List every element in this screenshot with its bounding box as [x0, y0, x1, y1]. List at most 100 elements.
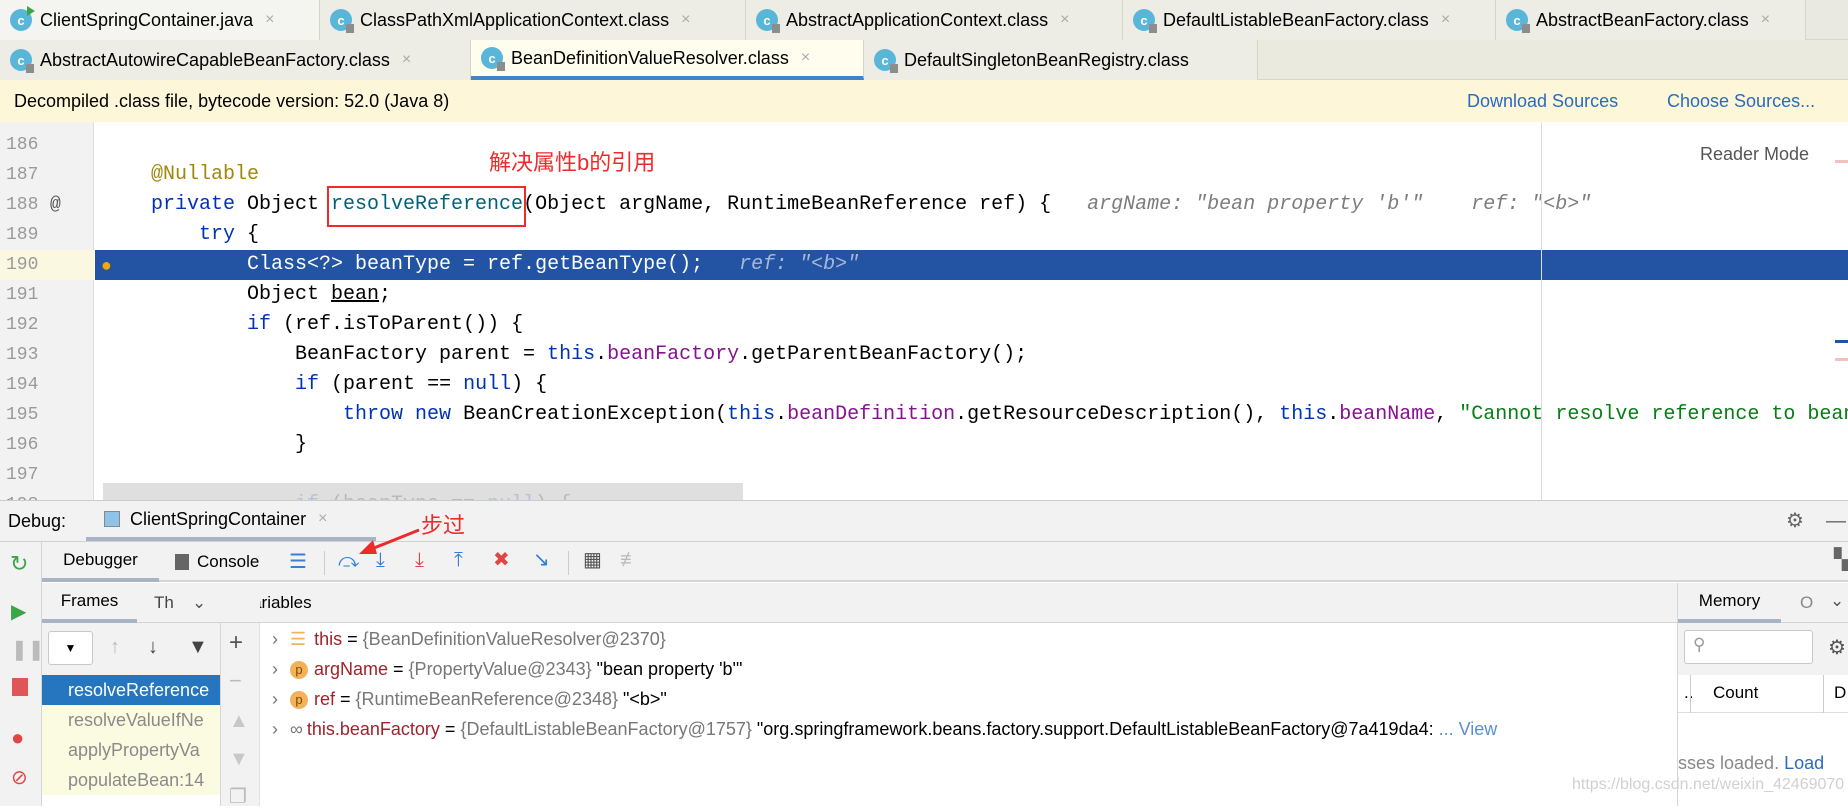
variable-name: this.beanFactory	[306, 719, 440, 739]
code-line[interactable]: throw new BeanCreationException(this.bea…	[95, 400, 1848, 430]
close-icon[interactable]: ×	[801, 49, 810, 67]
move-down-icon[interactable]: ▼	[229, 749, 249, 769]
download-sources-link[interactable]: Download Sources	[1467, 91, 1618, 112]
mute-breakpoints-icon[interactable]: ⊘	[11, 768, 28, 788]
copy-icon[interactable]: ❐	[229, 787, 247, 807]
remove-watch-icon[interactable]: −	[229, 670, 242, 692]
code-editor[interactable]: if (beanType == null) { } throw new Bean…	[95, 122, 1848, 500]
code-token: if	[247, 313, 272, 336]
thread-selector-dropdown[interactable]: ▼	[48, 631, 93, 665]
tab-abstract-autowire-capable-bean-factory[interactable]: c AbstractAutowireCapableBeanFactory.clas…	[0, 40, 471, 80]
tab-abstract-application-context[interactable]: c AbstractApplicationContext.class ×	[746, 0, 1123, 40]
code-token: }	[151, 433, 308, 456]
move-up-icon[interactable]: ▲	[229, 711, 249, 731]
add-watch-icon[interactable]: +	[229, 631, 243, 655]
debug-session-tab[interactable]: ClientSpringContainer ×	[86, 501, 376, 541]
minimize-icon[interactable]: —	[1826, 511, 1846, 531]
stop-icon[interactable]	[12, 678, 28, 696]
tab-classpath-xml-application-context[interactable]: c ClassPathXmlApplicationContext.class ×	[320, 0, 746, 40]
show-execution-point-icon[interactable]: ☰	[289, 552, 307, 572]
expand-chevron-icon[interactable]: ›	[272, 719, 278, 739]
variable-row[interactable]: › p ref = {RuntimeBeanReference@2348} "<b>…	[260, 684, 667, 714]
close-icon[interactable]: ×	[265, 11, 274, 29]
filter-icon[interactable]: ▼	[188, 637, 208, 657]
code-line[interactable]: if (ref.isToParent()) {	[95, 310, 1848, 340]
horizontal-scrollbar[interactable]	[103, 483, 743, 500]
choose-sources-link[interactable]: Choose Sources...	[1667, 91, 1815, 112]
code-line[interactable]: Class<?> beanType = ref.getBeanType(); r…	[95, 250, 1848, 280]
variable-row[interactable]: › p argName = {PropertyValue@2343} "bean p…	[260, 654, 742, 684]
expand-chevron-icon[interactable]: ›	[272, 629, 278, 649]
tab-abstract-bean-factory[interactable]: c AbstractBeanFactory.class ×	[1496, 0, 1806, 40]
field-stack-icon: ☰	[290, 629, 307, 649]
chevron-down-icon[interactable]: ⌄	[1830, 591, 1844, 611]
view-breakpoints-icon[interactable]: ●	[11, 727, 24, 749]
frame-item[interactable]: populateBean:14	[42, 765, 220, 795]
tab-label: ClientSpringContainer.java	[40, 9, 254, 30]
code-line[interactable]: }	[95, 430, 1848, 460]
resume-icon[interactable]: ▶	[11, 602, 26, 622]
column-divider	[1690, 675, 1691, 713]
column-count[interactable]: Count	[1713, 683, 1758, 703]
line-number: 195	[6, 405, 39, 425]
close-icon[interactable]: ×	[1761, 11, 1770, 29]
close-icon[interactable]: ×	[402, 51, 411, 69]
column-diff[interactable]: D	[1834, 683, 1846, 703]
close-icon[interactable]: ×	[318, 510, 327, 528]
override-marker-icon[interactable]: @	[50, 190, 90, 220]
arrow-up-icon[interactable]: ↑	[110, 637, 120, 657]
load-classes-link[interactable]: Load	[1784, 753, 1824, 773]
settings-gear-icon[interactable]: ⚙	[1828, 635, 1846, 660]
tab-default-singleton-bean-registry[interactable]: c DefaultSingletonBeanRegistry.class	[864, 40, 1258, 80]
code-line[interactable]: if (parent == null) {	[95, 370, 1848, 400]
tab-debugger[interactable]: Debugger	[42, 542, 159, 582]
class-file-icon: c	[874, 49, 898, 73]
tab-frames[interactable]: Frames	[42, 583, 137, 623]
tab-overhead[interactable]: O	[1800, 593, 1813, 613]
tab-label: DefaultSingletonBeanRegistry.class	[904, 49, 1189, 70]
run-to-cursor-icon[interactable]: ↘	[533, 550, 550, 570]
view-link[interactable]: ... View	[1434, 719, 1498, 739]
decompiled-banner: Decompiled .class file, bytecode version…	[0, 80, 1848, 122]
variable-row[interactable]: › ☰ this = {BeanDefinitionValueResolver@23…	[260, 624, 666, 654]
variable-row[interactable]: › ∞ this.beanFactory = {DefaultListableBea…	[260, 714, 1497, 744]
code-line[interactable]: BeanFactory parent = this.beanFactory.ge…	[95, 340, 1848, 370]
code-line[interactable]	[95, 130, 1848, 160]
reader-mode-button[interactable]: Reader Mode	[1700, 144, 1809, 165]
tab-client-spring-container[interactable]: c ClientSpringContainer.java ×	[0, 0, 320, 40]
layout-icon[interactable]: ▚	[1834, 550, 1848, 570]
tab-default-listable-bean-factory[interactable]: c DefaultListableBeanFactory.class ×	[1123, 0, 1496, 40]
code-token: null	[463, 373, 512, 396]
close-icon[interactable]: ×	[681, 11, 690, 29]
expand-chevron-icon[interactable]: ›	[272, 659, 278, 679]
drop-frame-icon[interactable]: ✖	[493, 550, 510, 570]
chevron-down-icon[interactable]: ⌄	[192, 593, 206, 613]
code-token: if	[295, 373, 320, 396]
expand-chevron-icon[interactable]: ›	[272, 689, 278, 709]
step-out-icon[interactable]: ⤒	[454, 550, 463, 570]
frame-item[interactable]: applyPropertyVa	[42, 735, 220, 765]
frame-item[interactable]: resolveReference	[42, 675, 220, 705]
trace-icon[interactable]: ≢	[620, 550, 640, 570]
code-token: this	[1279, 403, 1328, 426]
rerun-icon[interactable]: ↻	[10, 553, 28, 575]
pause-icon[interactable]: ❚❚	[11, 640, 45, 660]
tab-bean-definition-value-resolver[interactable]: c BeanDefinitionValueResolver.class ×	[471, 40, 864, 80]
variable-name: this	[314, 629, 343, 649]
lightbulb-icon[interactable]: ●	[101, 252, 112, 282]
evaluate-expression-icon[interactable]: ▦	[583, 550, 602, 570]
tab-console[interactable]: Console	[175, 542, 259, 582]
memory-search-input[interactable]: ⚲	[1684, 630, 1813, 664]
editor-gutter: 186187188@189190191192193194195196197198	[0, 122, 94, 515]
tab-memory[interactable]: Memory	[1678, 583, 1781, 623]
memory-panel: Memory O ⌄ ⚲ ⚙ .. Count D sses loaded. L…	[1677, 583, 1848, 806]
close-icon[interactable]: ×	[1060, 11, 1069, 29]
frame-item[interactable]: resolveValueIfNe	[42, 705, 220, 735]
arrow-down-icon[interactable]: ↓	[148, 637, 158, 657]
settings-gear-icon[interactable]: ⚙	[1786, 511, 1804, 531]
column-class[interactable]: ..	[1684, 683, 1693, 703]
code-line[interactable]: Object bean;	[95, 280, 1848, 310]
close-icon[interactable]: ×	[1441, 11, 1450, 29]
tab-threads[interactable]: Th	[154, 593, 174, 613]
